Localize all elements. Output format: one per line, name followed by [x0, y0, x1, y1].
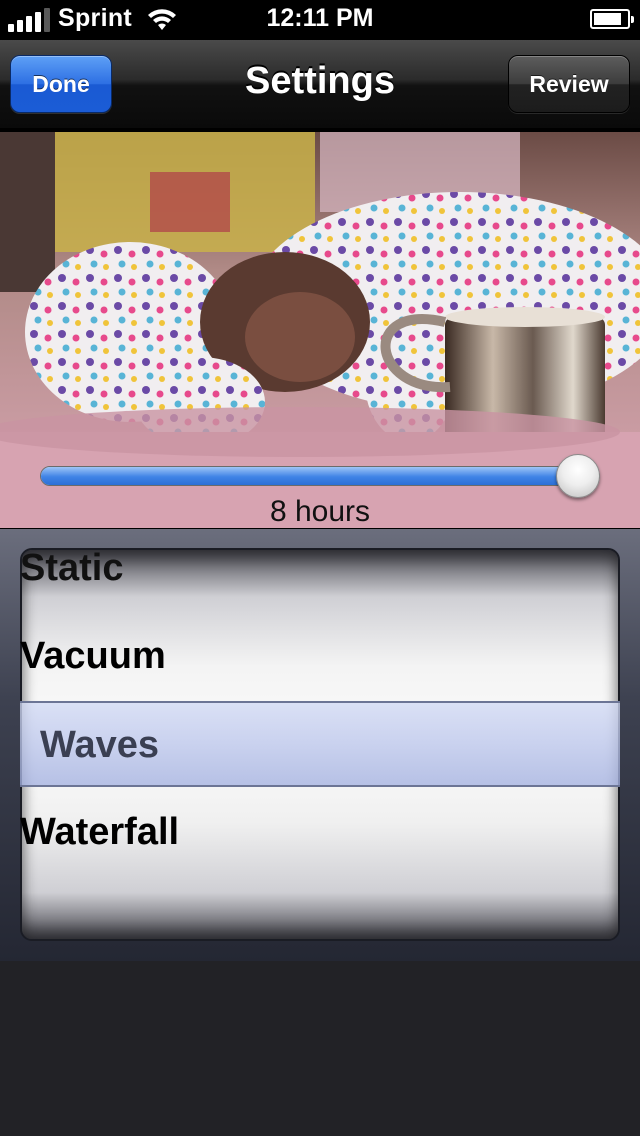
battery-level: [594, 13, 622, 25]
picker-item-static[interactable]: Static: [20, 547, 123, 590]
picker-selection-bar: Waves: [20, 701, 620, 787]
status-time: 12:11 PM: [266, 4, 374, 32]
picker-item-vacuum[interactable]: Vacuum: [20, 635, 166, 678]
bottom-background: [0, 961, 640, 1136]
navigation-bar: Done Settings Review: [0, 40, 640, 130]
picker-item-waves[interactable]: Waves: [40, 724, 159, 767]
review-button[interactable]: Review: [508, 55, 630, 113]
status-bar: Sprint 12:11 PM: [0, 0, 640, 40]
duration-slider-thumb[interactable]: [555, 454, 600, 498]
duration-slider-fill: [41, 467, 579, 485]
picker-item-waterfall[interactable]: Waterfall: [20, 811, 179, 854]
duration-value-label: 8 hours: [269, 495, 371, 528]
battery-icon: [590, 9, 634, 29]
duration-slider-track[interactable]: [40, 466, 600, 486]
